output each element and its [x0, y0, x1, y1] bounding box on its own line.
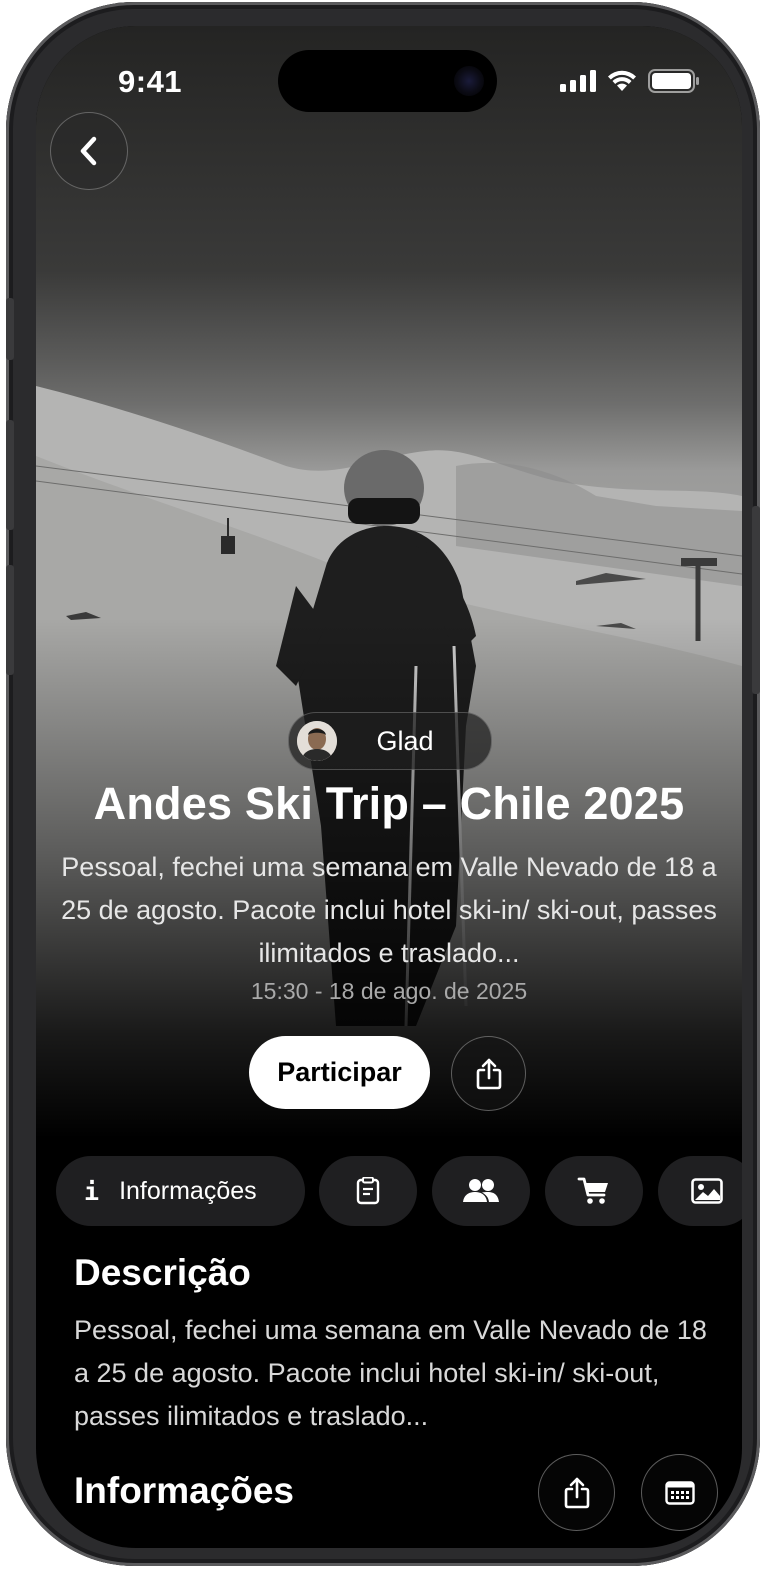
cart-icon [577, 1177, 608, 1204]
volume-up-button [6, 420, 14, 530]
event-title: Andes Ski Trip – Chile 2025 [93, 778, 685, 829]
description-body: Pessoal, fechei uma semana em Valle Neva… [74, 1315, 707, 1431]
join-button[interactable]: Participar [249, 1036, 430, 1109]
tab-document[interactable] [319, 1156, 417, 1226]
tab-gallery[interactable] [658, 1156, 742, 1226]
add-to-calendar-button[interactable] [641, 1454, 718, 1531]
front-camera [454, 66, 484, 96]
dynamic-island [278, 50, 497, 112]
author-avatar [297, 721, 337, 761]
tab-participants[interactable] [432, 1156, 530, 1226]
gallery-icon [691, 1178, 723, 1204]
status-icons [560, 68, 700, 94]
event-summary: Pessoal, fechei uma semana em Valle Neva… [61, 852, 717, 968]
share-button[interactable] [451, 1036, 526, 1111]
info-section-title: Informações [74, 1470, 295, 1511]
author-chip[interactable]: Glad [288, 712, 492, 770]
volume-down-button [6, 565, 14, 675]
tab-cart[interactable] [545, 1156, 643, 1226]
chevron-left-icon [80, 136, 97, 166]
info-icon: i [84, 1176, 100, 1206]
avatar-portrait [297, 721, 337, 761]
people-icon [463, 1179, 499, 1202]
screen: 9:41 Glad Andes Ski Trip – Chile 2025 Pe… [36, 26, 742, 1548]
info-share-button[interactable] [538, 1454, 615, 1531]
cellular-signal-icon [560, 70, 596, 92]
back-button[interactable] [50, 112, 128, 190]
tab-informacoes-label: Informações [119, 1176, 257, 1205]
share-icon [564, 1477, 589, 1508]
power-button [752, 506, 760, 694]
tab-informacoes[interactable]: i Informações [56, 1156, 305, 1226]
event-datetime: 15:30 - 18 de ago. de 2025 [250, 978, 528, 1004]
calendar-icon [664, 1480, 695, 1505]
description-title: Descrição [74, 1252, 251, 1293]
battery-icon [648, 69, 699, 93]
author-name: Glad [376, 725, 434, 756]
section-tabs: i Informações [56, 1156, 742, 1226]
wifi-icon [608, 70, 636, 91]
mute-switch [6, 298, 14, 360]
share-icon [476, 1058, 501, 1089]
phone-frame: 9:41 Glad Andes Ski Trip – Chile 2025 Pe… [6, 2, 760, 1566]
document-icon [356, 1177, 380, 1205]
status-time: 9:41 [118, 64, 183, 99]
